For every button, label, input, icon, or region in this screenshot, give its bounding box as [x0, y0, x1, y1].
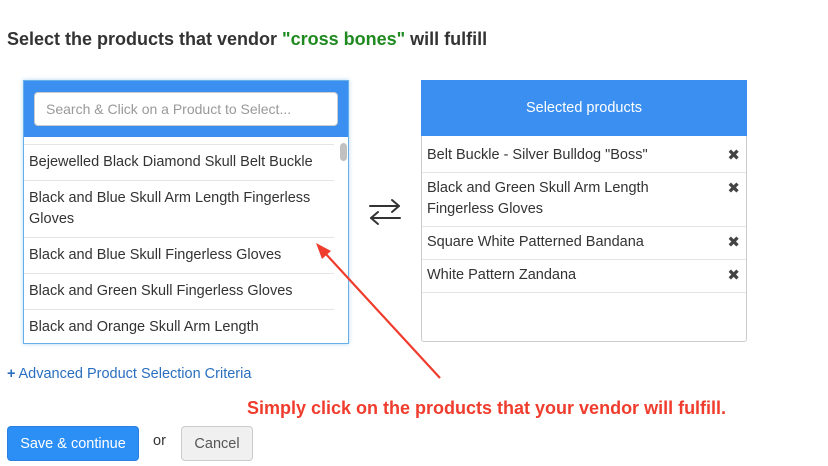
remove-icon[interactable]: ✖: [727, 178, 740, 199]
selected-product-label: White Pattern Zandana: [427, 267, 577, 283]
selected-product-item: Belt Buckle - Silver Bulldog "Boss" ✖: [422, 140, 746, 173]
product-list-item[interactable]: Black and Green Skull Fingerless Gloves: [24, 273, 334, 309]
product-list-item[interactable]: Black and Orange Skull Arm Length: [24, 309, 334, 342]
advanced-criteria-label: Advanced Product Selection Criteria: [18, 366, 252, 382]
product-list-item[interactable]: Black and Blue Skull Arm Length Fingerle…: [24, 180, 334, 237]
available-products-panel: Bejewelled Black Diamond Skull Belt Buck…: [23, 80, 349, 344]
product-list-scrollbar[interactable]: [337, 141, 347, 341]
advanced-criteria-link[interactable]: + Advanced Product Selection Criteria: [7, 366, 251, 382]
product-list-item[interactable]: Bejewelled Black Diamond Skull Belt Buck…: [24, 144, 334, 180]
product-search-input[interactable]: [34, 92, 338, 126]
heading-suffix: will fulfill: [405, 29, 488, 49]
selected-product-item: Black and Green Skull Arm Length Fingerl…: [422, 173, 746, 227]
scrollbar-thumb[interactable]: [340, 143, 347, 161]
cancel-button[interactable]: Cancel: [181, 426, 253, 461]
annotation-text: Simply click on the products that your v…: [247, 398, 727, 418]
remove-icon[interactable]: ✖: [727, 265, 740, 286]
selected-product-label: Belt Buckle - Silver Bulldog "Boss": [427, 147, 648, 163]
selected-product-label: Black and Green Skull Arm Length Fingerl…: [427, 180, 649, 217]
product-list-item[interactable]: Black and Blue Skull Fingerless Gloves: [24, 237, 334, 273]
heading-prefix: Select the products that vendor: [7, 29, 283, 49]
remove-icon[interactable]: ✖: [727, 232, 740, 253]
selected-product-item: Square White Patterned Bandana ✖: [422, 227, 746, 260]
page-heading: Select the products that vendor "cross b…: [7, 29, 487, 50]
swap-arrows-icon: [369, 199, 401, 225]
available-products-header: [24, 81, 348, 137]
remove-icon[interactable]: ✖: [727, 145, 740, 166]
or-separator: or: [153, 433, 166, 449]
selected-products-list: Belt Buckle - Silver Bulldog "Boss" ✖ Bl…: [422, 140, 746, 293]
selected-product-label: Square White Patterned Bandana: [427, 234, 644, 250]
available-products-list: Bejewelled Black Diamond Skull Belt Buck…: [24, 144, 334, 342]
selected-products-panel: Selected products Belt Buckle - Silver B…: [421, 80, 747, 342]
plus-icon: +: [7, 366, 16, 382]
selected-product-item: White Pattern Zandana ✖: [422, 260, 746, 293]
vendor-name: "cross bones": [282, 29, 406, 49]
save-and-continue-button[interactable]: Save & continue: [7, 426, 139, 461]
selected-products-title: Selected products: [421, 80, 747, 136]
